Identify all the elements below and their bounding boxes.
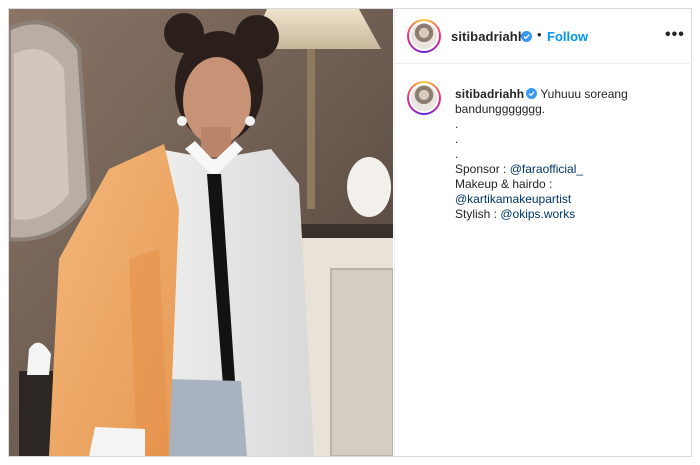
caption-username[interactable]: sitibadriahh	[455, 87, 524, 101]
avatar-image	[409, 21, 439, 51]
verified-badge-icon	[521, 31, 532, 42]
more-options-icon[interactable]: •••	[665, 26, 685, 44]
caption-stylish-line: Stylish : @okips.works	[455, 207, 685, 222]
instagram-post-embed: sitibadriahh • Follow ••• sitibadriahh Y…	[8, 8, 692, 457]
post-photo[interactable]	[9, 9, 393, 456]
makeup-mention-link[interactable]: @kartikamakeupartist	[455, 192, 571, 206]
follow-button[interactable]: Follow	[547, 29, 588, 44]
stylish-label: Stylish :	[455, 207, 501, 221]
caption-line-1: sitibadriahh Yuhuuu soreang	[455, 87, 685, 102]
sponsor-label: Sponsor :	[455, 162, 510, 176]
avatar[interactable]	[407, 19, 441, 53]
sponsor-mention-link[interactable]: @faraofficial_	[510, 162, 583, 176]
header-username[interactable]: sitibadriahh	[451, 29, 526, 44]
caption-text: sitibadriahh Yuhuuu soreang bandungggggg…	[455, 87, 685, 222]
post-header: sitibadriahh • Follow •••	[395, 9, 692, 64]
caption-avatar-image	[409, 83, 439, 113]
caption-dot-2: .	[455, 132, 459, 146]
caption-makeup-label: Makeup & hairdo :	[455, 177, 553, 191]
caption-verified-badge-icon	[526, 88, 538, 99]
caption-dot-1: .	[455, 117, 459, 131]
stylish-mention-link[interactable]: @okips.works	[500, 207, 575, 221]
header-separator: •	[537, 27, 542, 42]
caption-makeup-line: @kartikamakeupartist	[455, 192, 685, 207]
caption-dot-3: .	[455, 147, 459, 161]
post-photo-illustration	[9, 9, 393, 456]
caption-sponsor-line: Sponsor : @faraofficial_	[455, 162, 685, 177]
caption-avatar[interactable]	[407, 81, 441, 115]
caption-line-2: bandunggggggg.	[455, 102, 546, 116]
post-side-panel: sitibadriahh • Follow ••• sitibadriahh Y…	[394, 9, 692, 456]
caption-first-text: Yuhuuu soreang	[540, 87, 628, 101]
